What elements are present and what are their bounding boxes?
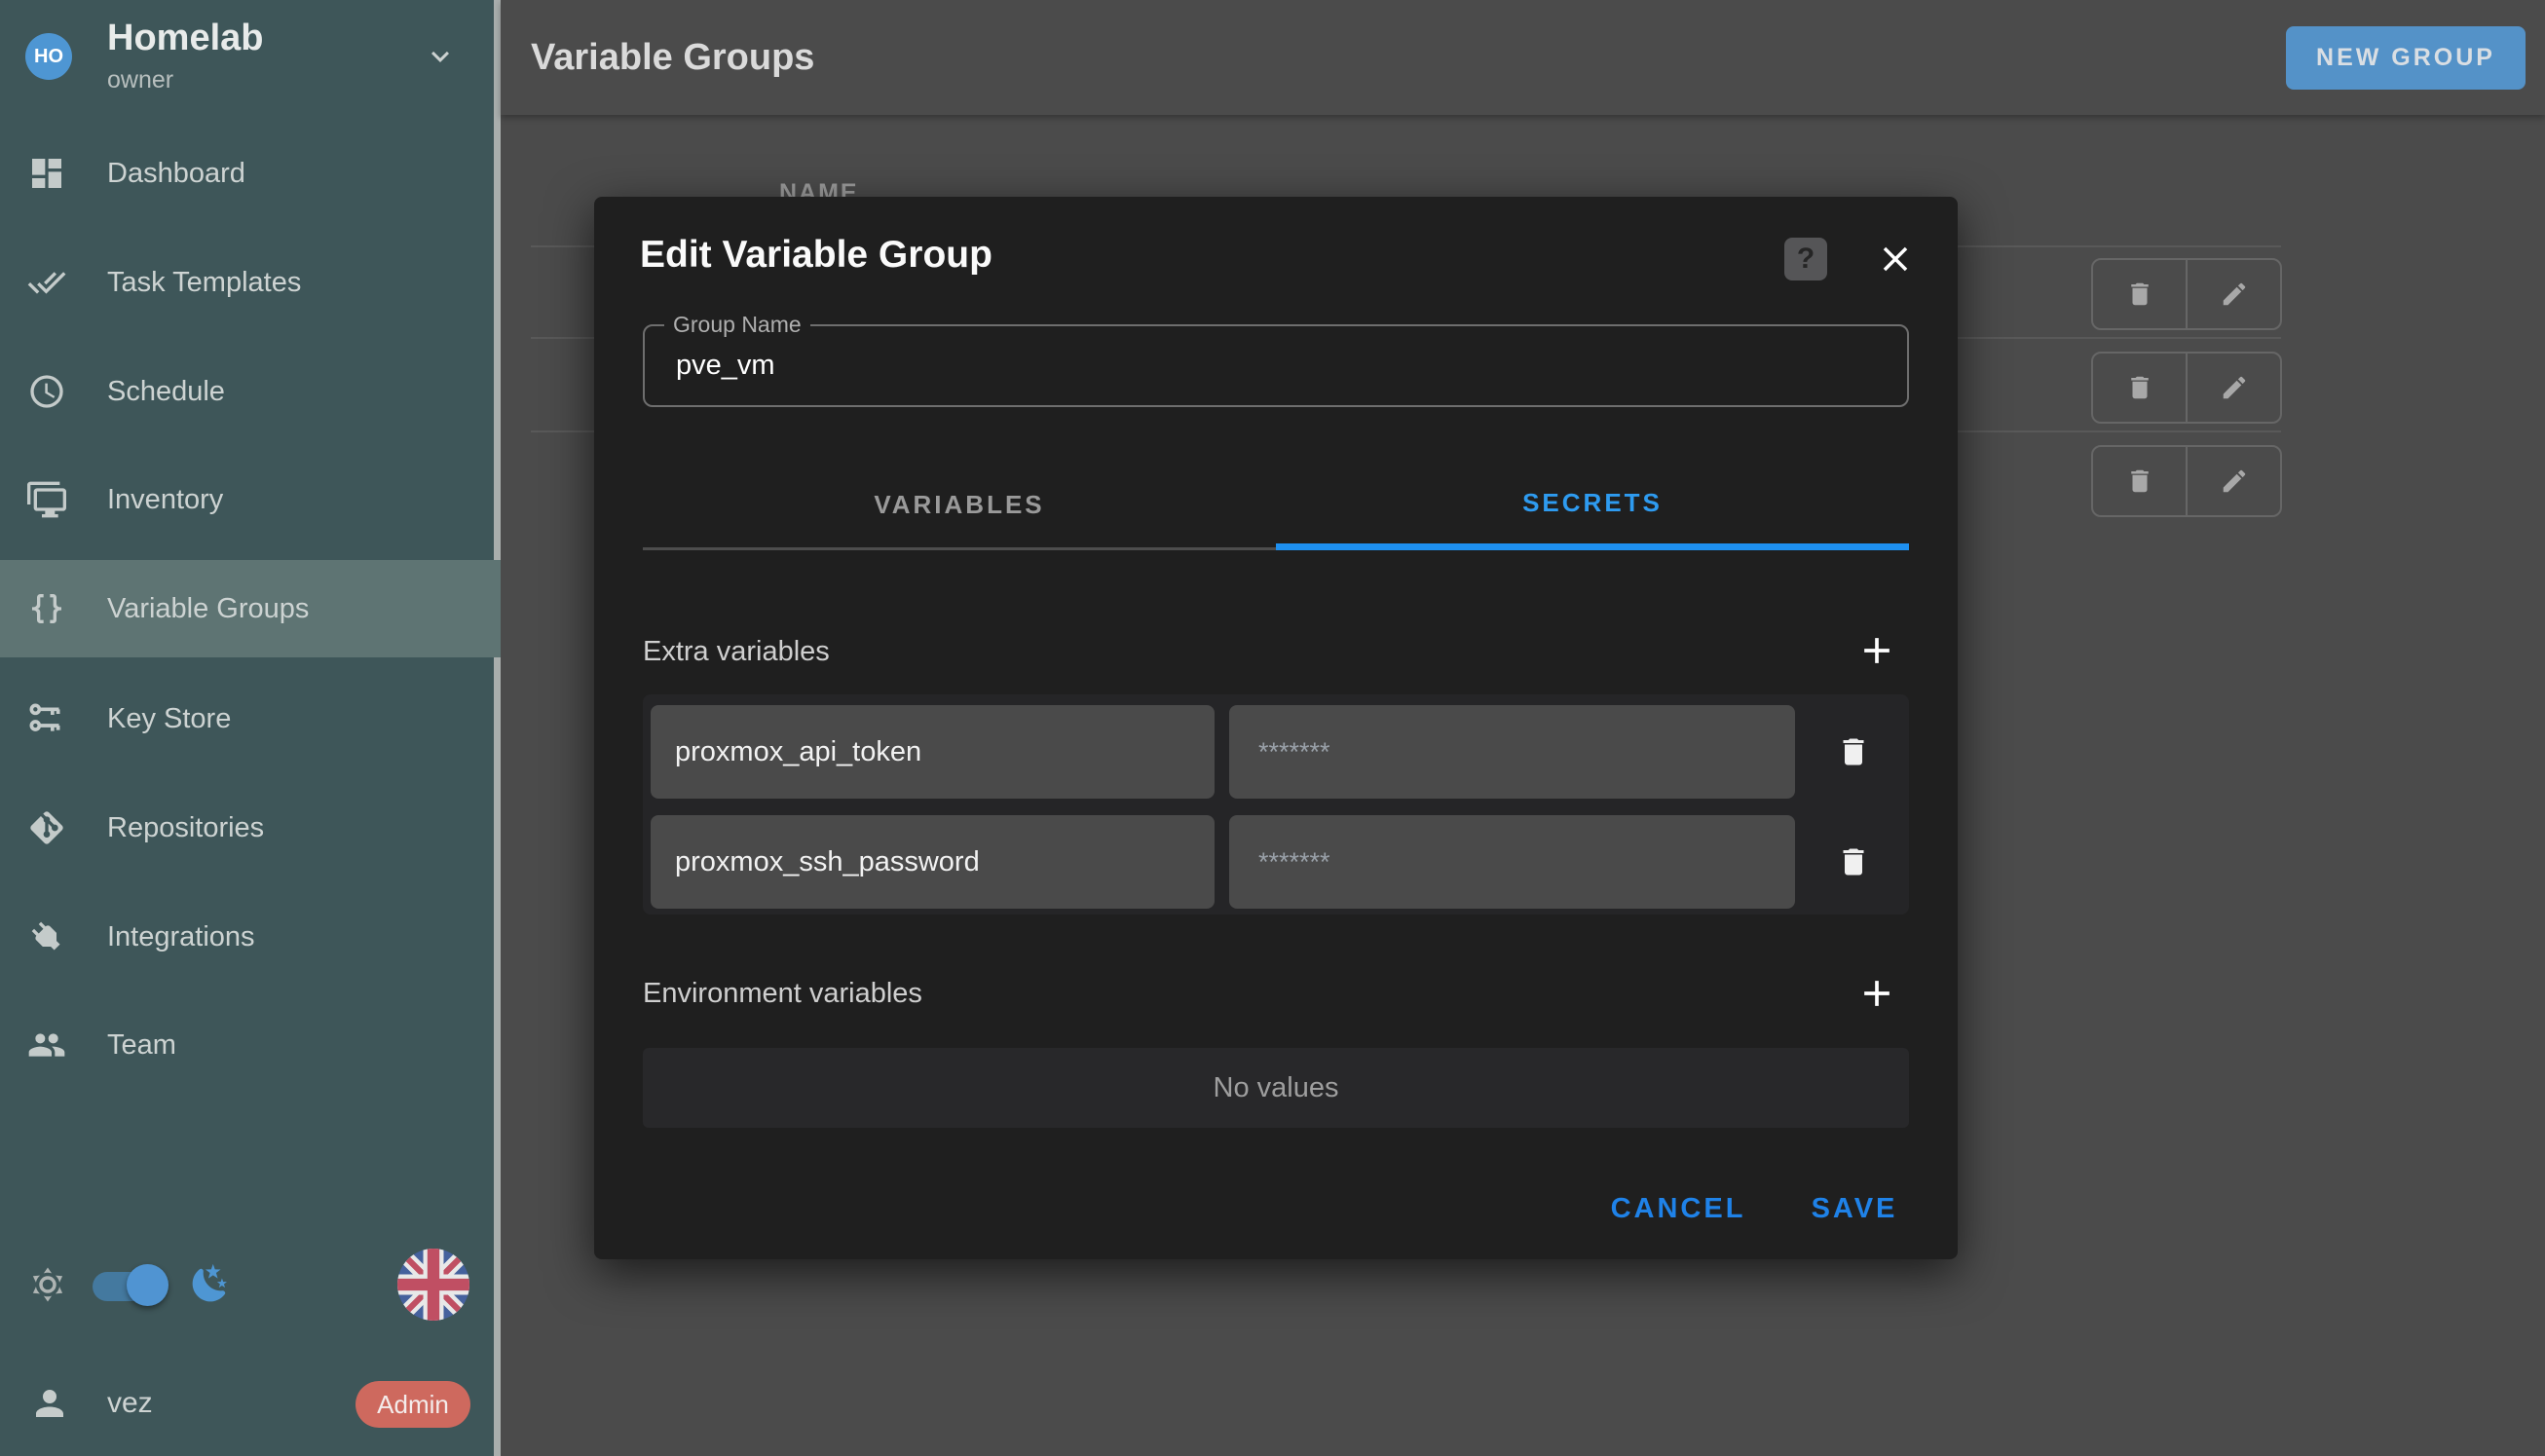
chevron-down-icon (423, 39, 458, 74)
tab-variables[interactable]: VARIABLES (643, 462, 1276, 550)
variable-value-input[interactable] (1229, 705, 1795, 799)
tab-secrets[interactable]: SECRETS (1276, 462, 1909, 550)
sidebar-item-label: Variable Groups (107, 593, 309, 625)
view-dashboard-icon (27, 154, 66, 193)
sidebar-item-label: Task Templates (107, 267, 301, 299)
delete-button[interactable] (2093, 354, 2186, 422)
extra-variables-panel (643, 694, 1909, 915)
keys-icon (27, 699, 66, 738)
delete-variable-icon[interactable] (1826, 835, 1881, 889)
clock-icon (27, 372, 66, 411)
close-icon[interactable] (1872, 236, 1919, 282)
page-title: Variable Groups (531, 37, 814, 79)
extra-variables-label: Extra variables (643, 636, 830, 668)
delete-button[interactable] (2093, 447, 2186, 515)
edit-variable-group-dialog: Edit Variable Group ? Group Name VARIABL… (594, 197, 1958, 1259)
edit-button[interactable] (2186, 354, 2280, 422)
sidebar: HO Homelab owner Dashboard Task Template… (0, 0, 501, 1456)
project-switcher[interactable]: HO Homelab owner (0, 0, 501, 115)
sidebar-item-variable-groups[interactable]: Variable Groups (0, 560, 501, 657)
delete-button[interactable] (2093, 260, 2186, 328)
variable-name-input[interactable] (651, 705, 1215, 799)
sun-icon (27, 1264, 68, 1305)
new-group-button[interactable]: NEW GROUP (2286, 26, 2526, 90)
delete-variable-icon[interactable] (1826, 725, 1881, 779)
group-name-field: Group Name (643, 324, 1909, 407)
admin-badge: Admin (356, 1381, 470, 1428)
environment-variables-empty: No values (643, 1048, 1909, 1128)
sidebar-item-schedule[interactable]: Schedule (0, 343, 501, 440)
add-environment-variable-button[interactable] (1850, 966, 1904, 1021)
table-row-actions (2091, 445, 2282, 517)
monitor-icon (27, 480, 66, 519)
sidebar-item-label: Inventory (107, 484, 223, 516)
sidebar-item-team[interactable]: Team (0, 996, 501, 1094)
user-icon (29, 1383, 70, 1424)
moon-icon (189, 1262, 232, 1305)
project-avatar: HO (25, 33, 72, 80)
project-name: Homelab (107, 18, 263, 59)
sidebar-item-integrations[interactable]: Integrations (0, 888, 501, 986)
check-all-icon (27, 263, 66, 302)
table-row-actions (2091, 258, 2282, 330)
sidebar-item-label: Team (107, 1029, 176, 1062)
dialog-title: Edit Variable Group (640, 234, 992, 277)
sidebar-item-repositories[interactable]: Repositories (0, 779, 501, 877)
theme-toggle-thumb[interactable] (127, 1264, 168, 1306)
save-button[interactable]: SAVE (1800, 1184, 1909, 1233)
git-icon (27, 808, 66, 847)
sidebar-item-label: Key Store (107, 703, 231, 735)
sidebar-item-key-store[interactable]: Key Store (0, 670, 501, 767)
variable-value-input[interactable] (1229, 815, 1795, 909)
uk-flag-icon[interactable] (397, 1249, 469, 1321)
cancel-button[interactable]: CANCEL (1607, 1184, 1749, 1233)
code-braces-icon (27, 589, 66, 628)
table-row-actions (2091, 352, 2282, 424)
username[interactable]: vez (107, 1387, 153, 1420)
environment-variables-label: Environment variables (643, 978, 922, 1010)
edit-button[interactable] (2186, 260, 2280, 328)
app-root: HO Homelab owner Dashboard Task Template… (0, 0, 2545, 1456)
variable-name-input[interactable] (651, 815, 1215, 909)
sidebar-item-dashboard[interactable]: Dashboard (0, 125, 501, 222)
sidebar-item-inventory[interactable]: Inventory (0, 451, 501, 548)
edit-button[interactable] (2186, 447, 2280, 515)
sidebar-item-label: Schedule (107, 376, 225, 408)
help-button[interactable]: ? (1784, 238, 1827, 280)
sidebar-item-label: Repositories (107, 812, 264, 844)
project-role: owner (107, 66, 173, 94)
sidebar-item-task-templates[interactable]: Task Templates (0, 234, 501, 331)
power-plug-icon (27, 917, 66, 956)
add-extra-variable-button[interactable] (1850, 623, 1904, 678)
group-name-input[interactable] (645, 326, 1907, 405)
sidebar-item-label: Dashboard (107, 158, 245, 190)
sidebar-item-label: Integrations (107, 921, 255, 953)
account-multiple-icon (27, 1026, 66, 1064)
